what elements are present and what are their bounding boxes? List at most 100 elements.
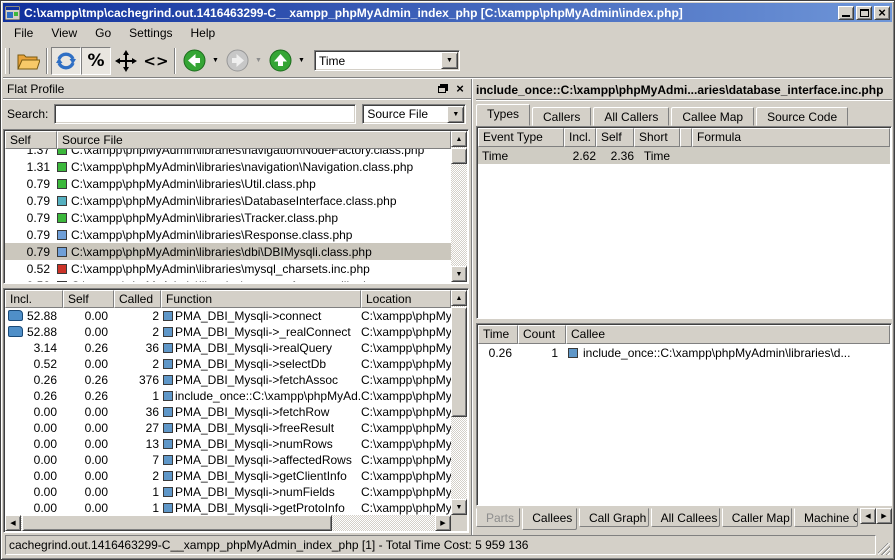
search-input[interactable] (54, 104, 356, 124)
column-header-formula[interactable]: Formula (692, 128, 890, 147)
scroll-down-button[interactable] (451, 499, 467, 515)
function-row[interactable]: 52.880.002PMA_DBI_Mysqli->_realConnectC:… (5, 324, 451, 340)
scroll-thumb[interactable] (451, 307, 467, 417)
function-row[interactable]: 0.520.002PMA_DBI_Mysqli->selectDbC:\xamp… (5, 356, 451, 372)
close-button[interactable] (874, 6, 890, 20)
scroll-left-button[interactable] (5, 515, 21, 531)
tab-callee-map[interactable]: Callee Map (671, 107, 754, 126)
column-header-called[interactable]: Called (114, 290, 161, 308)
column-header-self[interactable]: Self (5, 131, 57, 149)
function-row[interactable]: 0.000.0027PMA_DBI_Mysqli->freeResultC:\x… (5, 420, 451, 436)
dock-close-button[interactable] (453, 82, 467, 95)
function-row[interactable]: 0.000.001PMA_DBI_Mysqli->numFieldsC:\xam… (5, 484, 451, 500)
tab-scroll-right-button[interactable] (876, 508, 892, 524)
file-row[interactable]: 1.31C:\xampp\phpMyAdmin\libraries\naviga… (5, 158, 451, 175)
function-row[interactable]: 0.000.007PMA_DBI_Mysqli->affectedRowsC:\… (5, 452, 451, 468)
function-called-count: 2 (114, 325, 161, 339)
tab-source-code[interactable]: Source Code (756, 107, 848, 126)
menu-go[interactable]: Go (86, 24, 120, 42)
function-row[interactable]: 0.260.261include_once::C:\xampp\phpMyAd.… (5, 388, 451, 404)
combo-dropdown-button[interactable] (447, 106, 464, 123)
open-file-button[interactable] (13, 47, 43, 75)
column-header-empty[interactable] (680, 128, 692, 147)
tab-types[interactable]: Types (476, 104, 530, 126)
tab-call-graph[interactable]: Call Graph (579, 508, 649, 527)
column-header-event-type[interactable]: Event Type (478, 128, 564, 147)
up-button[interactable] (265, 47, 295, 75)
column-header-function[interactable]: Function (161, 290, 361, 308)
function-row[interactable]: 0.260.26376PMA_DBI_Mysqli->fetchAssocC:\… (5, 372, 451, 388)
relative-cost-button[interactable]: <> (141, 47, 171, 75)
dock-titlebar[interactable]: Flat Profile (3, 79, 471, 99)
file-list-vertical-scrollbar[interactable] (451, 131, 467, 282)
scroll-down-button[interactable] (451, 266, 467, 282)
tab-all-callers[interactable]: All Callers (593, 107, 669, 126)
column-header-incl[interactable]: Incl. (564, 128, 596, 147)
maximize-button[interactable] (856, 6, 872, 20)
resize-grip[interactable] (878, 543, 890, 555)
tab-scroll-left-button[interactable] (860, 508, 876, 524)
tab-callees[interactable]: Callees (522, 508, 577, 530)
menu-settings[interactable]: Settings (120, 24, 181, 42)
reload-button[interactable] (51, 47, 81, 75)
up-dropdown[interactable] (295, 47, 308, 75)
function-row[interactable]: 0.000.0036PMA_DBI_Mysqli->fetchRowC:\xam… (5, 404, 451, 420)
callee-row[interactable]: 0.26 1 include_once::C:\xampp\phpMyAdmin… (478, 344, 890, 361)
forward-button[interactable] (222, 47, 252, 75)
column-header-location[interactable]: Location (361, 290, 451, 308)
menu-help[interactable]: Help (182, 24, 225, 42)
file-row[interactable]: 0.79C:\xampp\phpMyAdmin\libraries\Tracke… (5, 209, 451, 226)
column-header-source-file[interactable]: Source File (57, 131, 451, 149)
event-type-combobox[interactable]: Time (314, 50, 460, 71)
column-header-self[interactable]: Self (63, 290, 114, 308)
function-row[interactable]: 0.000.001PMA_DBI_Mysqli->getProtoInfoC:\… (5, 500, 451, 515)
percent-toggle-button[interactable]: % (81, 47, 111, 75)
function-row[interactable]: 52.880.002PMA_DBI_Mysqli->connectC:\xamp… (5, 308, 451, 324)
titlebar[interactable]: C:\xampp\tmp\cachegrind.out.1416463299-C… (3, 3, 892, 22)
file-row[interactable]: 0.79C:\xampp\phpMyAdmin\libraries\Util.c… (5, 175, 451, 192)
scroll-up-button[interactable] (451, 131, 467, 147)
back-button[interactable] (179, 47, 209, 75)
scrollbar-corner (451, 515, 467, 531)
function-row[interactable]: 0.000.002PMA_DBI_Mysqli->getClientInfoC:… (5, 468, 451, 484)
event-type-row[interactable]: Time 2.62 2.36 Time (478, 147, 890, 164)
dock-float-button[interactable] (436, 82, 450, 95)
column-header-short[interactable]: Short (634, 128, 680, 147)
file-row[interactable]: 0.52C:\xampp\phpMyAdmin\libraries\user_p… (5, 277, 451, 282)
tab-caller-map[interactable]: Caller Map (722, 508, 792, 527)
file-row[interactable]: 1.37C:\xampp\phpMyAdmin\libraries\naviga… (5, 149, 451, 158)
column-header-count[interactable]: Count (518, 325, 566, 344)
file-row[interactable]: 0.79C:\xampp\phpMyAdmin\libraries\dbi\DB… (5, 243, 451, 260)
file-row[interactable]: 0.79C:\xampp\phpMyAdmin\libraries\Databa… (5, 192, 451, 209)
minimize-button[interactable] (838, 6, 854, 20)
tab-all-callees[interactable]: All Callees (651, 508, 720, 527)
function-name: PMA_DBI_Mysqli->getProtoInfo (175, 501, 345, 515)
function-self-cost: 0.00 (63, 485, 114, 499)
file-self-cost: 0.79 (5, 228, 53, 242)
column-header-callee[interactable]: Callee (566, 325, 890, 344)
column-header-incl[interactable]: Incl. (5, 290, 63, 308)
file-row[interactable]: 0.79C:\xampp\phpMyAdmin\libraries\Respon… (5, 226, 451, 243)
column-header-time[interactable]: Time (478, 325, 518, 344)
event-type-self: 2.36 (596, 149, 634, 163)
scroll-up-button[interactable] (451, 290, 467, 306)
combo-dropdown-button[interactable] (441, 52, 458, 69)
chevron-down-icon (212, 57, 219, 64)
function-table-vertical-scrollbar[interactable] (451, 290, 467, 515)
scroll-thumb[interactable] (22, 515, 332, 531)
tab-machine-c[interactable]: Machine C (794, 508, 858, 527)
scroll-right-button[interactable] (435, 515, 451, 531)
tab-callers[interactable]: Callers (532, 107, 591, 126)
grouping-combobox[interactable]: Source File (362, 104, 466, 124)
function-row[interactable]: 0.000.0013PMA_DBI_Mysqli->numRowsC:\xamp… (5, 436, 451, 452)
back-dropdown[interactable] (209, 47, 222, 75)
function-table-horizontal-scrollbar[interactable] (5, 515, 451, 531)
function-row[interactable]: 3.140.2636PMA_DBI_Mysqli->realQueryC:\xa… (5, 340, 451, 356)
column-header-self[interactable]: Self (596, 128, 634, 147)
file-row[interactable]: 0.52C:\xampp\phpMyAdmin\libraries\mysql_… (5, 260, 451, 277)
menu-view[interactable]: View (42, 24, 86, 42)
menu-file[interactable]: File (5, 24, 42, 42)
scroll-thumb[interactable] (451, 148, 467, 164)
expand-areas-button[interactable] (111, 47, 141, 75)
toolbar-handle[interactable] (5, 48, 10, 74)
